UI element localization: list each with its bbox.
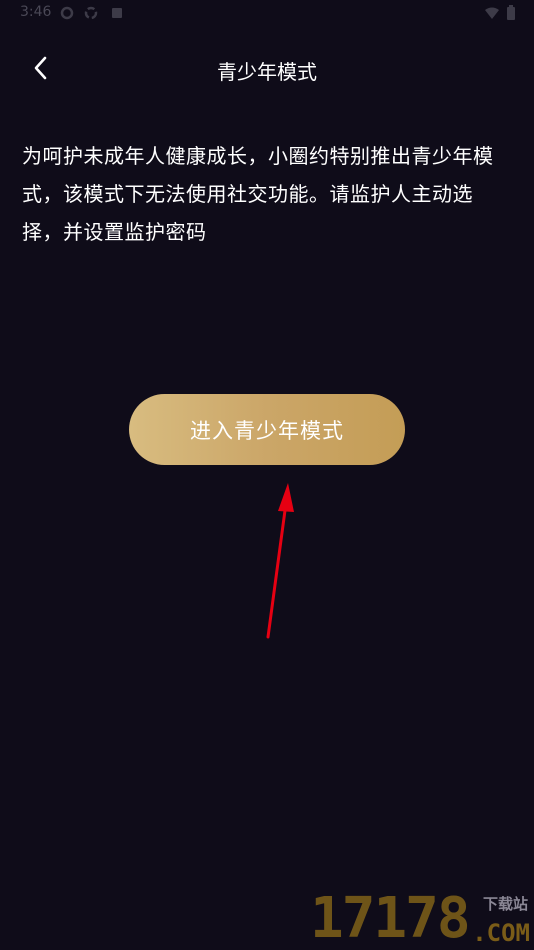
status-time: 3:46 [20, 4, 52, 20]
watermark-site: 下载站 [482, 895, 528, 913]
nav-bar: 青少年模式 [0, 40, 534, 96]
description-line: 为呵护未成年人健康成长，小圈约特别推出青少年模 [22, 144, 494, 168]
notification-icon [110, 5, 124, 19]
description-line: 式，该模式下无法使用社交功能。请监护人主动选 [22, 182, 473, 206]
status-bar: 3:46 [0, 0, 534, 28]
watermark-suffix: .COM [472, 919, 530, 947]
watermark-logo: 17178 下载站 .COM [310, 885, 534, 950]
description-line: 择，并设置监护密码 [22, 220, 207, 244]
watermark-digits: 17178 [310, 886, 471, 950]
description-text: 为呵护未成年人健康成长，小圈约特别推出青少年模 式，该模式下无法使用社交功能。请… [22, 137, 512, 251]
battery-icon [506, 5, 520, 20]
wifi-icon [484, 5, 499, 19]
page-title: 青少年模式 [217, 60, 317, 84]
annotation-arrow-icon [266, 483, 294, 639]
settings-icon [60, 5, 74, 20]
screen: 3:46 青少年模式 为呵护未成年人健康成长，小圈约特别推出青少年模 式，该模式… [0, 0, 534, 950]
sync-icon [84, 5, 98, 20]
enter-teen-mode-button[interactable]: 进入青少年模式 [129, 394, 405, 465]
